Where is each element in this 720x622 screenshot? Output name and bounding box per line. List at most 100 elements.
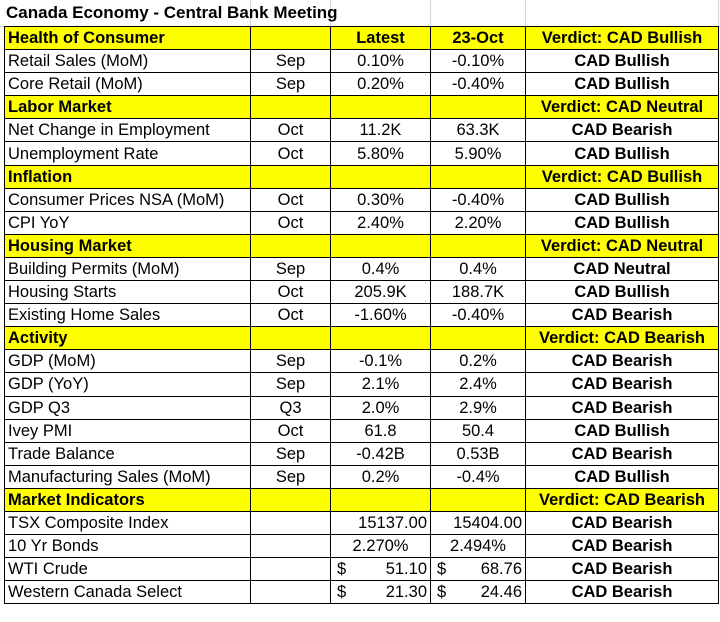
indicator-period[interactable]: Sep bbox=[250, 72, 331, 97]
indicator-period[interactable]: Q3 bbox=[250, 395, 331, 420]
previous-value[interactable]: 15404.00 bbox=[430, 510, 526, 536]
indicator-name[interactable]: CPI YoY bbox=[4, 210, 251, 235]
latest-value[interactable]: 15137.00 bbox=[330, 510, 431, 536]
indicator-name[interactable]: WTI Crude bbox=[4, 557, 251, 582]
column-header-previous[interactable] bbox=[430, 487, 526, 512]
column-header-latest[interactable] bbox=[330, 233, 431, 258]
indicator-name[interactable]: Retail Sales (MoM) bbox=[4, 49, 251, 74]
signal-bull[interactable]: CAD Bullish bbox=[525, 464, 719, 489]
indicator-name[interactable]: Consumer Prices NSA (MoM) bbox=[4, 187, 251, 212]
signal-bear[interactable]: CAD Bearish bbox=[525, 534, 719, 559]
column-header-previous[interactable] bbox=[430, 164, 526, 189]
section-period-cell[interactable] bbox=[250, 25, 331, 51]
indicator-name[interactable]: Western Canada Select bbox=[4, 580, 251, 605]
latest-value[interactable]: -0.1% bbox=[330, 349, 431, 374]
signal-bull[interactable]: CAD Bullish bbox=[525, 49, 719, 74]
indicator-name[interactable]: GDP (MoM) bbox=[4, 349, 251, 374]
indicator-period[interactable]: Sep bbox=[250, 372, 331, 397]
previous-value[interactable]: -0.40% bbox=[430, 72, 526, 97]
column-header-latest[interactable] bbox=[330, 95, 431, 120]
latest-value[interactable]: 11.2K bbox=[330, 118, 431, 143]
signal-bear[interactable]: CAD Bearish bbox=[525, 395, 719, 420]
latest-value[interactable]: 0.30% bbox=[330, 187, 431, 212]
indicator-name[interactable]: GDP Q3 bbox=[4, 395, 251, 420]
indicator-period[interactable]: Oct bbox=[250, 187, 331, 212]
indicator-period[interactable] bbox=[250, 510, 331, 536]
indicator-name[interactable]: Net Change in Employment bbox=[4, 118, 251, 143]
latest-value[interactable]: 0.20% bbox=[330, 72, 431, 97]
indicator-period[interactable]: Oct bbox=[250, 118, 331, 143]
latest-value[interactable]: 0.2% bbox=[330, 464, 431, 489]
signal-bear[interactable]: CAD Bearish bbox=[525, 557, 719, 582]
previous-value-cell[interactable]: $24.46 bbox=[430, 580, 526, 605]
indicator-period[interactable]: Sep bbox=[250, 49, 331, 74]
latest-value[interactable]: 205.9K bbox=[330, 280, 431, 305]
indicator-period[interactable]: Oct bbox=[250, 280, 331, 305]
section-name[interactable]: Inflation bbox=[4, 164, 251, 189]
indicator-name[interactable]: GDP (YoY) bbox=[4, 372, 251, 397]
section-name[interactable]: Housing Market bbox=[4, 233, 251, 258]
previous-value[interactable]: -0.4% bbox=[430, 464, 526, 489]
signal-bull[interactable]: CAD Bullish bbox=[525, 72, 719, 97]
indicator-period[interactable]: Oct bbox=[250, 141, 331, 166]
previous-value[interactable]: 0.4% bbox=[430, 256, 526, 282]
column-header-previous[interactable]: 23-Oct bbox=[430, 25, 526, 51]
signal-bull[interactable]: CAD Bullish bbox=[525, 418, 719, 443]
section-verdict[interactable]: Verdict: CAD Neutral bbox=[525, 233, 719, 258]
previous-value[interactable]: -0.40% bbox=[430, 303, 526, 328]
section-period-cell[interactable] bbox=[250, 233, 331, 258]
section-name[interactable]: Labor Market bbox=[4, 95, 251, 120]
latest-value[interactable]: 2.1% bbox=[330, 372, 431, 397]
indicator-name[interactable]: Trade Balance bbox=[4, 441, 251, 466]
latest-value[interactable]: 2.270% bbox=[330, 534, 431, 559]
signal-bear[interactable]: CAD Bearish bbox=[525, 349, 719, 374]
latest-value-cell[interactable]: $51.10 bbox=[330, 557, 431, 582]
section-period-cell[interactable] bbox=[250, 487, 331, 512]
signal-bull[interactable]: CAD Bullish bbox=[525, 280, 719, 305]
latest-value[interactable]: 2.40% bbox=[330, 210, 431, 235]
section-verdict[interactable]: Verdict: CAD Bearish bbox=[525, 326, 719, 351]
indicator-name[interactable]: Unemployment Rate bbox=[4, 141, 251, 166]
signal-bear[interactable]: CAD Bearish bbox=[525, 510, 719, 536]
indicator-period[interactable] bbox=[250, 534, 331, 559]
signal-bull[interactable]: CAD Bullish bbox=[525, 210, 719, 235]
section-name[interactable]: Market Indicators bbox=[4, 487, 251, 512]
indicator-name[interactable]: Manufacturing Sales (MoM) bbox=[4, 464, 251, 489]
signal-neutral[interactable]: CAD Neutral bbox=[525, 256, 719, 282]
column-header-latest[interactable]: Latest bbox=[330, 25, 431, 51]
section-verdict[interactable]: Verdict: CAD Bearish bbox=[525, 487, 719, 512]
indicator-period[interactable]: Sep bbox=[250, 256, 331, 282]
latest-value[interactable]: 5.80% bbox=[330, 141, 431, 166]
signal-bear[interactable]: CAD Bearish bbox=[525, 303, 719, 328]
section-verdict[interactable]: Verdict: CAD Neutral bbox=[525, 95, 719, 120]
section-verdict[interactable]: Verdict: CAD Bullish bbox=[525, 25, 719, 51]
indicator-name[interactable]: 10 Yr Bonds bbox=[4, 534, 251, 559]
indicator-period[interactable] bbox=[250, 580, 331, 605]
previous-value[interactable]: 0.2% bbox=[430, 349, 526, 374]
previous-value[interactable]: 0.53B bbox=[430, 441, 526, 466]
latest-value-cell[interactable]: $21.30 bbox=[330, 580, 431, 605]
previous-value[interactable]: 63.3K bbox=[430, 118, 526, 143]
previous-value[interactable]: 2.9% bbox=[430, 395, 526, 420]
section-period-cell[interactable] bbox=[250, 95, 331, 120]
indicator-period[interactable]: Sep bbox=[250, 464, 331, 489]
signal-bear[interactable]: CAD Bearish bbox=[525, 441, 719, 466]
indicator-period[interactable] bbox=[250, 557, 331, 582]
column-header-latest[interactable] bbox=[330, 487, 431, 512]
previous-value[interactable]: 50.4 bbox=[430, 418, 526, 443]
column-header-latest[interactable] bbox=[330, 164, 431, 189]
section-name[interactable]: Health of Consumer bbox=[4, 25, 251, 51]
previous-value[interactable]: 5.90% bbox=[430, 141, 526, 166]
previous-value[interactable]: 2.4% bbox=[430, 372, 526, 397]
previous-value[interactable]: -0.10% bbox=[430, 49, 526, 74]
indicator-period[interactable]: Sep bbox=[250, 349, 331, 374]
signal-bear[interactable]: CAD Bearish bbox=[525, 118, 719, 143]
indicator-name[interactable]: Core Retail (MoM) bbox=[4, 72, 251, 97]
indicator-period[interactable]: Oct bbox=[250, 303, 331, 328]
column-header-previous[interactable] bbox=[430, 95, 526, 120]
latest-value[interactable]: 61.8 bbox=[330, 418, 431, 443]
section-verdict[interactable]: Verdict: CAD Bullish bbox=[525, 164, 719, 189]
previous-value[interactable]: 188.7K bbox=[430, 280, 526, 305]
indicator-period[interactable]: Sep bbox=[250, 441, 331, 466]
signal-bear[interactable]: CAD Bearish bbox=[525, 372, 719, 397]
